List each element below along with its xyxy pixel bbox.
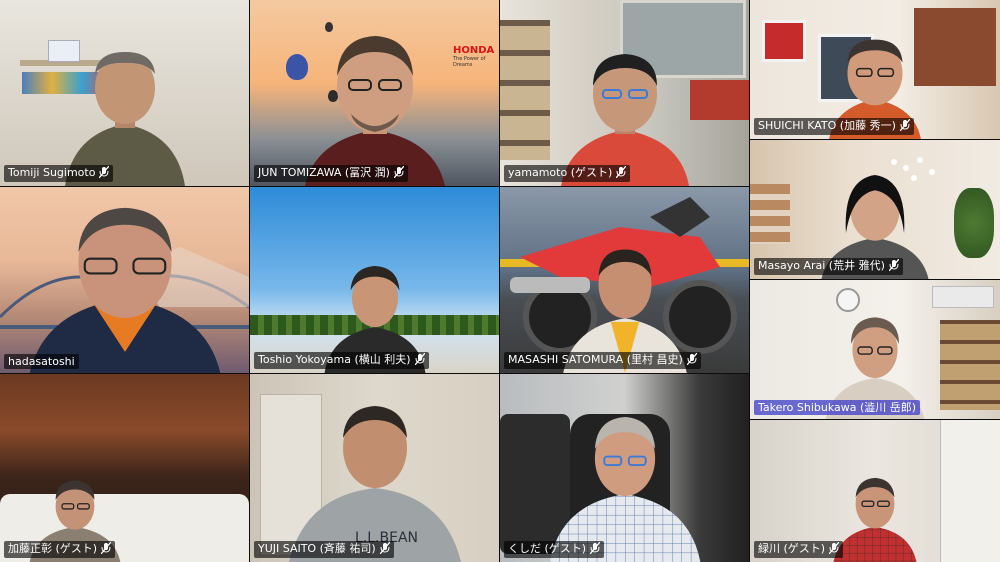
- video-tile-kushida[interactable]: くしだ (ゲスト): [500, 374, 749, 562]
- mic-muted-icon: [899, 118, 911, 135]
- mic-muted-icon: [686, 352, 698, 369]
- video-tile-jun-tomizawa[interactable]: HONDA The Power of Dreams JUN TOMIZAWA (…: [250, 0, 499, 186]
- video-tile-masayo-arai[interactable]: Masayo Arai (荒井 雅代): [750, 140, 1000, 279]
- plant: [954, 188, 994, 258]
- video-tile-tomiji-sugimoto[interactable]: Tomiji Sugimoto: [0, 0, 249, 186]
- mic-muted-icon: [589, 541, 601, 558]
- mic-muted-icon: [393, 165, 405, 182]
- participant-name-label: Takero Shibukawa (澁川 岳郎): [754, 400, 921, 415]
- video-tile-midorikawa[interactable]: 緑川 (ゲスト): [750, 420, 1000, 562]
- video-tile-masaaki-kato[interactable]: 加藤正彰 (ゲスト): [0, 374, 249, 562]
- participant-name-label: 加藤正彰 (ゲスト): [4, 541, 116, 558]
- mic-muted-icon: [100, 541, 112, 558]
- participant-name-label: Toshio Yokoyama (横山 利夫): [254, 352, 429, 369]
- participant-name-label: JUN TOMIZAWA (冨沢 潤): [254, 165, 408, 182]
- mic-muted-icon: [888, 258, 900, 275]
- participant-name-label: Masayo Arai (荒井 雅代): [754, 258, 903, 275]
- participant-video: [304, 36, 445, 186]
- participant-video: [562, 249, 687, 373]
- video-tile-toshio-yokoyama[interactable]: Toshio Yokoyama (横山 利夫): [250, 187, 499, 373]
- participant-video: [549, 417, 700, 562]
- mic-muted-icon: [414, 352, 426, 369]
- participant-video: [560, 54, 689, 186]
- video-tile-hadasatoshi[interactable]: hadasatoshi: [0, 187, 249, 373]
- mic-muted-icon: [98, 165, 110, 182]
- video-tile-yamamoto[interactable]: yamamoto (ゲスト): [500, 0, 749, 186]
- participant-name-label: 緑川 (ゲスト): [754, 541, 844, 558]
- participant-video: [29, 207, 220, 373]
- video-tile-yuji-saito[interactable]: L.L.BEAN YUJI SAITO (斉藤 祐司): [250, 374, 499, 562]
- video-tile-takero-shibukawa[interactable]: Takero Shibukawa (澁川 岳郎): [750, 280, 1000, 419]
- participant-name-label: hadasatoshi: [4, 354, 79, 369]
- video-tile-shuichi-kato[interactable]: SHUICHI KATO (加藤 秀一): [750, 0, 1000, 139]
- video-tile-masashi-satomura[interactable]: MASASHI SATOMURA (里村 昌史): [500, 187, 749, 373]
- staircase: [750, 184, 790, 244]
- participant-video: L.L.BEAN: [288, 406, 461, 562]
- mic-muted-icon: [828, 541, 840, 558]
- mic-muted-icon: [379, 541, 391, 558]
- participant-name-label: SHUICHI KATO (加藤 秀一): [754, 118, 914, 135]
- participant-name-label: Tomiji Sugimoto: [4, 165, 114, 182]
- video-grid: Tomiji Sugimoto HONDA The Power of Dream…: [0, 0, 1000, 562]
- participant-name-label: yamamoto (ゲスト): [504, 165, 631, 182]
- participant-name-label: MASASHI SATOMURA (里村 昌史): [504, 352, 701, 369]
- participant-name-label: くしだ (ゲスト): [504, 541, 605, 558]
- participant-name-label: YUJI SAITO (斉藤 祐司): [254, 541, 394, 558]
- mic-muted-icon: [615, 165, 627, 182]
- participant-video: [64, 52, 185, 186]
